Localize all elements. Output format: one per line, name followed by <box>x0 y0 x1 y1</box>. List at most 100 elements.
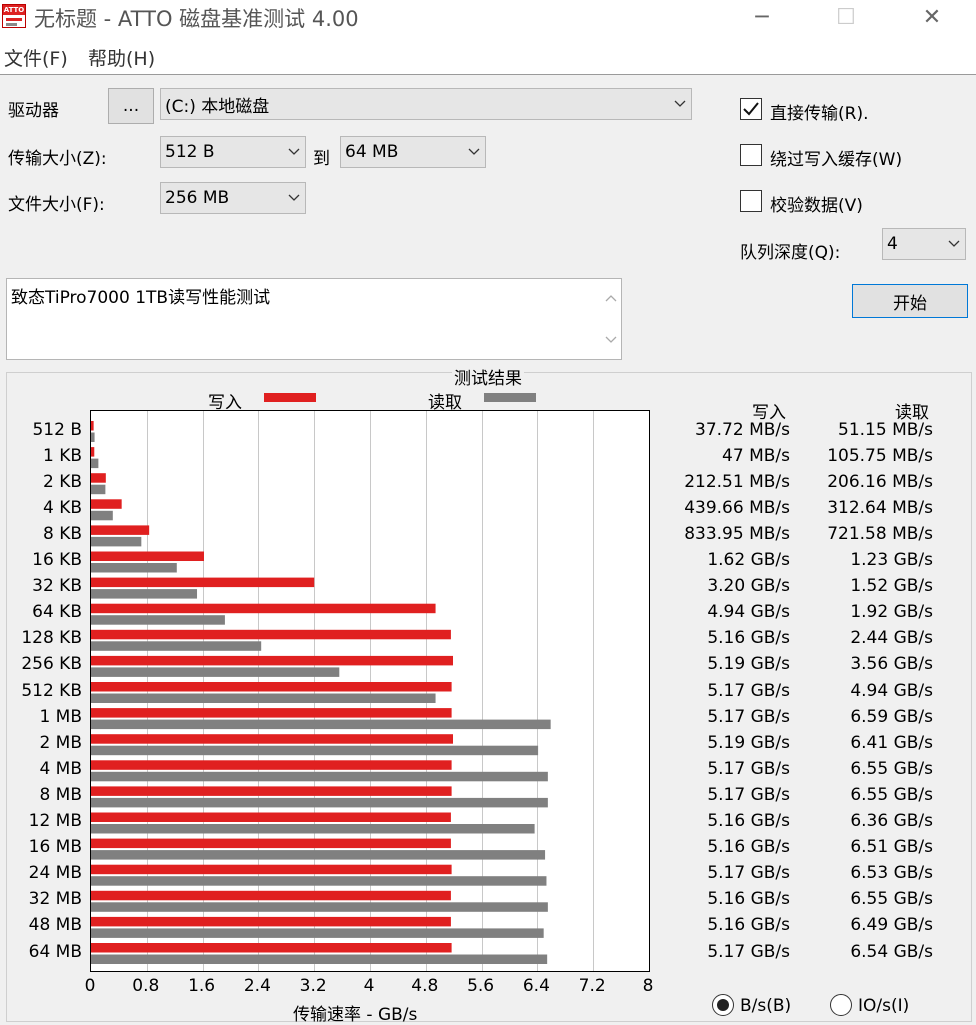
chevron-down-icon <box>943 240 965 248</box>
unit-io-radio[interactable] <box>830 994 852 1016</box>
chevron-down-icon <box>283 148 305 156</box>
bar-write-4 <box>91 525 150 535</box>
bar-write-18 <box>91 890 451 901</box>
write-value-11: 5.17 GB/s <box>707 706 790 727</box>
category-label-1: 1 KB <box>42 445 82 466</box>
direct-io-checkbox[interactable] <box>740 98 762 120</box>
read-value-10: 4.94 GB/s <box>850 680 933 701</box>
unit-bytes-label: B/s(B) <box>740 996 792 1016</box>
bar-write-8 <box>91 629 451 640</box>
category-label-5: 16 KB <box>32 550 82 570</box>
window-title: 无标题 - ATTO 磁盘基准测试 4.00 <box>34 7 359 31</box>
bar-read-14 <box>91 797 548 808</box>
read-value-19: 6.49 GB/s <box>850 915 933 936</box>
chevron-down-icon <box>463 148 485 156</box>
verify-data-label: 校验数据(V) <box>770 196 863 216</box>
bar-write-17 <box>91 864 452 875</box>
bar-read-0 <box>91 432 95 442</box>
write-value-15: 5.16 GB/s <box>707 811 790 831</box>
read-value-8: 2.44 GB/s <box>850 628 933 649</box>
read-value-20: 6.54 GB/s <box>850 941 933 962</box>
bar-read-17 <box>91 876 547 886</box>
description-textarea[interactable]: 致态TiPro7000 1TB读写性能测试 <box>6 278 622 360</box>
read-value-4: 721.58 MB/s <box>827 523 933 544</box>
write-value-8: 5.16 GB/s <box>707 628 790 649</box>
results-title: 测试结果 <box>452 364 524 389</box>
queue-depth-select[interactable]: 4 <box>882 228 966 260</box>
bar-read-18 <box>91 902 548 912</box>
x-tick-label-3: 2.4 <box>243 976 271 996</box>
category-label-12: 2 MB <box>39 732 82 753</box>
bar-read-15 <box>91 824 535 834</box>
write-value-10: 5.17 GB/s <box>707 680 790 701</box>
x-tick-label-4: 3.2 <box>299 976 327 996</box>
bar-read-2 <box>91 484 106 495</box>
category-label-8: 128 KB <box>21 628 82 649</box>
scroll-up-icon <box>605 295 617 302</box>
write-value-6: 3.20 GB/s <box>707 576 790 597</box>
read-value-5: 1.23 GB/s <box>850 550 933 570</box>
close-button[interactable]: ✕ <box>910 0 954 34</box>
bar-read-20 <box>91 954 548 964</box>
bar-read-10 <box>91 693 436 703</box>
category-label-4: 8 KB <box>42 523 82 544</box>
bar-read-3 <box>91 510 113 521</box>
bypass-cache-checkbox[interactable] <box>740 144 762 166</box>
x-tick-label-5: 4 <box>363 976 375 996</box>
read-value-16: 6.51 GB/s <box>850 837 933 858</box>
write-value-20: 5.17 GB/s <box>707 941 790 962</box>
bar-write-11 <box>91 708 452 718</box>
maximize-button[interactable]: ☐ <box>824 0 868 34</box>
queue-depth-value: 4 <box>887 234 898 254</box>
file-size-select[interactable]: 256 MB <box>160 182 306 214</box>
transfer-from-select[interactable]: 512 B <box>160 136 306 168</box>
chevron-down-icon <box>669 100 691 108</box>
bar-read-8 <box>91 641 262 651</box>
x-tick-label-0: 0 <box>84 976 96 996</box>
drive-select[interactable]: (C:) 本地磁盘 <box>160 88 692 120</box>
bar-read-19 <box>91 928 544 938</box>
category-label-20: 64 MB <box>28 941 82 962</box>
x-tick-label-6: 4.8 <box>411 976 439 996</box>
chevron-down-icon <box>283 194 305 202</box>
category-label-17: 24 MB <box>28 863 82 884</box>
x-axis-label: 传输速率 - GB/s <box>293 1005 418 1025</box>
transfer-size-label: 传输大小(Z): <box>8 149 107 169</box>
bar-write-13 <box>91 760 452 770</box>
x-tick-label-1: 0.8 <box>132 976 160 996</box>
start-button[interactable]: 开始 <box>852 284 968 318</box>
category-label-7: 64 KB <box>32 602 82 623</box>
bar-read-16 <box>91 850 546 860</box>
read-value-0: 51.15 MB/s <box>838 419 933 440</box>
write-value-12: 5.19 GB/s <box>707 732 790 753</box>
bar-write-14 <box>91 786 452 796</box>
description-text: 致态TiPro7000 1TB读写性能测试 <box>11 288 271 308</box>
write-value-9: 5.19 GB/s <box>707 654 790 675</box>
category-label-19: 48 MB <box>28 915 82 936</box>
read-value-6: 1.52 GB/s <box>850 576 933 597</box>
x-tick-label-9: 7.2 <box>578 976 606 996</box>
menu-help[interactable]: 帮助(H) <box>88 44 155 71</box>
unit-io-label: IO/s(I) <box>858 996 910 1016</box>
bar-read-4 <box>91 536 142 547</box>
category-label-0: 512 B <box>32 419 82 440</box>
write-value-3: 439.66 MB/s <box>684 497 790 518</box>
minimize-button[interactable]: ─ <box>740 0 784 34</box>
write-value-7: 4.94 GB/s <box>707 602 790 623</box>
unit-bytes-radio[interactable] <box>712 994 734 1016</box>
bar-chart <box>91 411 594 971</box>
read-value-11: 6.59 GB/s <box>850 706 933 727</box>
verify-data-checkbox[interactable] <box>740 190 762 212</box>
read-value-3: 312.64 MB/s <box>827 497 933 518</box>
bar-write-10 <box>91 682 452 692</box>
read-value-2: 206.16 MB/s <box>827 471 933 492</box>
x-tick-label-2: 1.6 <box>188 976 216 996</box>
chart-plot-area <box>90 410 650 972</box>
bar-write-2 <box>91 473 106 483</box>
browse-button[interactable]: ... <box>108 88 154 124</box>
bar-write-0 <box>91 421 94 431</box>
menu-file[interactable]: 文件(F) <box>4 44 68 71</box>
transfer-to-select[interactable]: 64 MB <box>340 136 486 168</box>
read-value-15: 6.36 GB/s <box>850 811 933 831</box>
description-scrollbar[interactable] <box>601 279 621 359</box>
